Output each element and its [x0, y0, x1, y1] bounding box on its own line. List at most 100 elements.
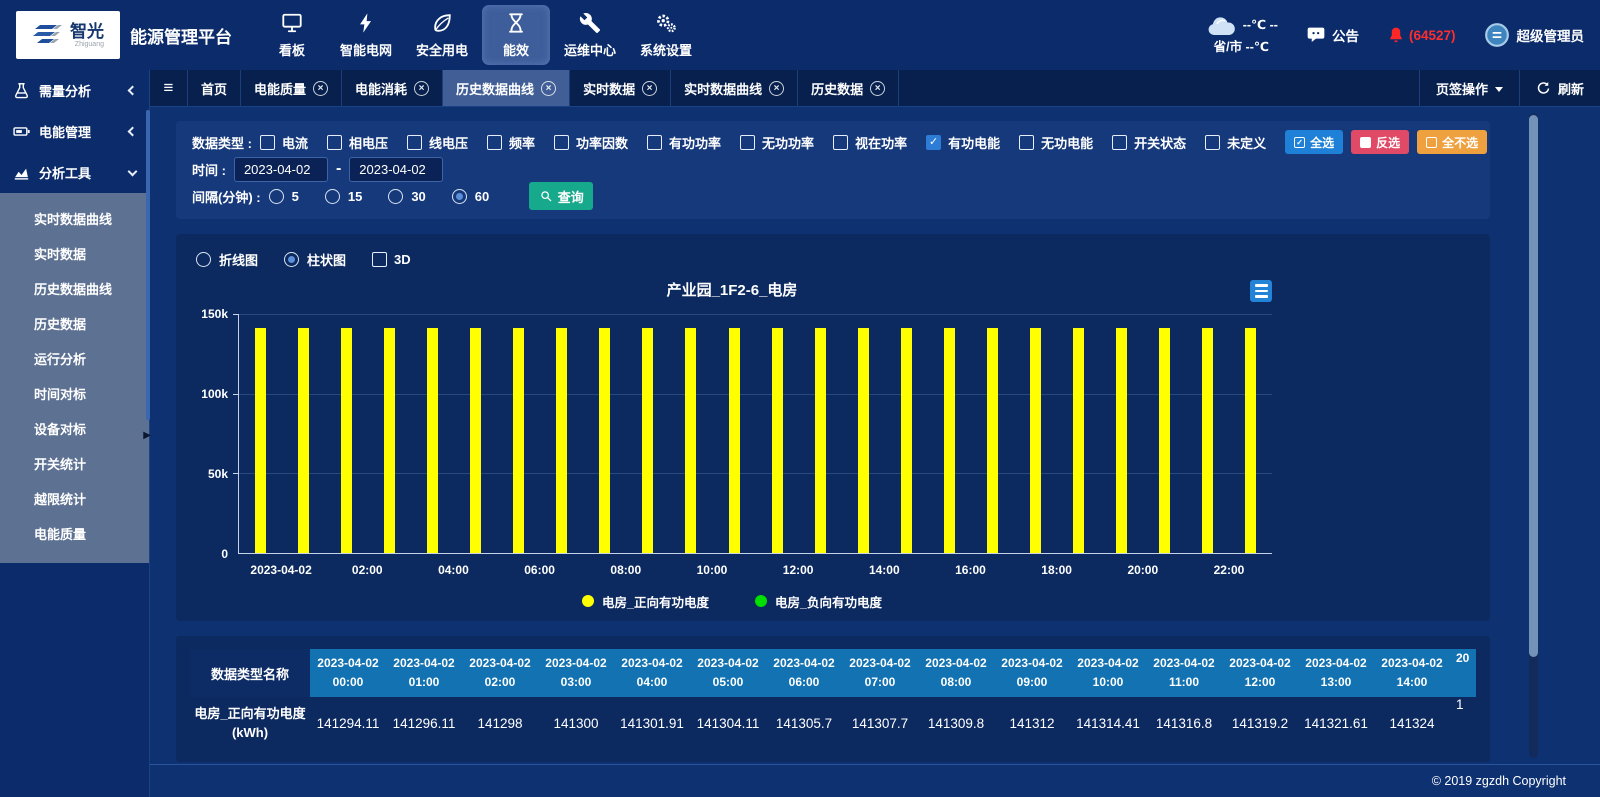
bar[interactable] — [1202, 328, 1213, 553]
sidebar-group-demand-analysis[interactable]: 需量分析 — [0, 70, 149, 111]
sidebar-item-power-quality[interactable]: 电能质量 — [0, 516, 149, 551]
data-type-checkbox-8[interactable]: 视在功率 — [833, 133, 907, 152]
radio-icon[interactable] — [269, 189, 284, 204]
select-none-button[interactable]: 全不选 — [1417, 130, 1487, 154]
sidebar-item-time-benchmark[interactable]: 时间对标 — [0, 376, 149, 411]
sidebar-group-energy-mgmt[interactable]: 电能管理 — [0, 111, 149, 152]
tab-history-curve[interactable]: 历史数据曲线× — [443, 70, 570, 106]
checkbox-checked-icon[interactable]: ✓ — [926, 135, 941, 150]
legend-item-1[interactable]: 电房_正向有功电度 — [582, 592, 709, 611]
nav-item-efficiency[interactable]: 能效 — [482, 5, 550, 65]
checkbox-icon[interactable] — [327, 135, 342, 150]
radio-icon[interactable] — [325, 189, 340, 204]
invert-selection-button[interactable]: 反选 — [1351, 130, 1409, 154]
data-type-checkbox-2[interactable]: 相电压 — [327, 133, 388, 152]
data-type-checkbox-12[interactable]: 未定义 — [1205, 133, 1266, 152]
sidebar-group-analysis-tools[interactable]: 分析工具 — [0, 152, 149, 193]
bar[interactable] — [384, 328, 395, 553]
checkbox-icon[interactable] — [372, 252, 387, 267]
bar[interactable] — [1245, 328, 1256, 553]
scrollbar-thumb[interactable] — [1529, 115, 1538, 657]
bar[interactable] — [685, 328, 696, 553]
data-type-checkbox-6[interactable]: 有功功率 — [647, 133, 721, 152]
sidebar-item-realtime-curve[interactable]: 实时数据曲线 — [0, 201, 149, 236]
bar[interactable] — [1116, 328, 1127, 553]
checkbox-icon[interactable] — [833, 135, 848, 150]
checkbox-icon[interactable] — [1112, 135, 1127, 150]
nav-item-ops-center[interactable]: 运维中心 — [554, 5, 626, 65]
data-type-checkbox-10[interactable]: 无功电能 — [1019, 133, 1093, 152]
radio-icon[interactable] — [452, 189, 467, 204]
checkbox-icon[interactable] — [487, 135, 502, 150]
close-icon[interactable]: × — [870, 81, 885, 96]
bar[interactable] — [987, 328, 998, 553]
data-type-checkbox-5[interactable]: 功率因数 — [554, 133, 628, 152]
date-to-input[interactable] — [349, 157, 443, 182]
tab-power-consume[interactable]: 电能消耗× — [342, 70, 443, 106]
sidebar-item-switch-stats[interactable]: 开关统计 — [0, 446, 149, 481]
bar[interactable] — [341, 328, 352, 553]
interval-radio-30[interactable]: 30 — [388, 189, 425, 204]
bar[interactable] — [1030, 328, 1041, 553]
bar[interactable] — [901, 328, 912, 553]
query-button[interactable]: 查询 — [529, 182, 593, 210]
date-from-input[interactable] — [234, 157, 328, 182]
interval-radio-15[interactable]: 15 — [325, 189, 362, 204]
radio-icon[interactable] — [388, 189, 403, 204]
sidebar-item-device-benchmark[interactable]: 设备对标 — [0, 411, 149, 446]
close-icon[interactable]: × — [642, 81, 657, 96]
refresh-button[interactable]: 刷新 — [1519, 70, 1600, 106]
tab-power-quality[interactable]: 电能质量× — [241, 70, 342, 106]
bar[interactable] — [513, 328, 524, 553]
sidebar-item-limit-stats[interactable]: 越限统计 — [0, 481, 149, 516]
chart-mode-2[interactable]: 柱状图 — [284, 250, 346, 269]
close-icon[interactable]: × — [541, 81, 556, 96]
bar[interactable] — [255, 328, 266, 553]
close-icon[interactable]: × — [769, 81, 784, 96]
notification-button[interactable]: (64527) — [1387, 25, 1456, 45]
bar[interactable] — [944, 328, 955, 553]
bar[interactable] — [1159, 328, 1170, 553]
bar[interactable] — [858, 328, 869, 553]
data-type-checkbox-3[interactable]: 线电压 — [407, 133, 468, 152]
interval-radio-5[interactable]: 5 — [269, 189, 299, 204]
bar[interactable] — [1073, 328, 1084, 553]
chart-toolbox-menu-icon[interactable] — [1250, 280, 1272, 302]
checkbox-icon[interactable] — [1205, 135, 1220, 150]
bar[interactable] — [470, 328, 481, 553]
sidebar-item-history-data[interactable]: 历史数据 — [0, 306, 149, 341]
bar[interactable] — [642, 328, 653, 553]
data-type-checkbox-11[interactable]: 开关状态 — [1112, 133, 1186, 152]
bar[interactable] — [298, 328, 309, 553]
tab-realtime-data[interactable]: 实时数据× — [570, 70, 671, 106]
sidebar-item-run-analysis[interactable]: 运行分析 — [0, 341, 149, 376]
tab-history-data[interactable]: 历史数据× — [798, 70, 899, 106]
hamburger-icon[interactable]: ≡ — [150, 70, 188, 106]
sidebar-item-realtime-data[interactable]: 实时数据 — [0, 236, 149, 271]
tab-realtime-curve[interactable]: 实时数据曲线× — [671, 70, 798, 106]
checkbox-icon[interactable] — [554, 135, 569, 150]
announcement-button[interactable]: 公告 — [1306, 25, 1359, 45]
sidebar-item-history-curve[interactable]: 历史数据曲线 — [0, 271, 149, 306]
nav-item-kanban[interactable]: 看板 — [258, 5, 326, 65]
nav-item-settings[interactable]: 系统设置 — [630, 5, 702, 65]
chart-mode-1[interactable]: 折线图 — [196, 250, 258, 269]
checkbox-icon[interactable] — [1019, 135, 1034, 150]
bar[interactable] — [427, 328, 438, 553]
nav-item-smart-grid[interactable]: 智能电网 — [330, 5, 402, 65]
interval-radio-60[interactable]: 60 — [452, 189, 489, 204]
close-icon[interactable]: × — [414, 81, 429, 96]
data-type-checkbox-9[interactable]: ✓有功电能 — [926, 133, 1000, 152]
bar[interactable] — [772, 328, 783, 553]
legend-item-2[interactable]: 电房_负向有功电度 — [755, 592, 882, 611]
close-icon[interactable]: × — [313, 81, 328, 96]
bar[interactable] — [815, 328, 826, 553]
checkbox-icon[interactable] — [260, 135, 275, 150]
bar[interactable] — [556, 328, 567, 553]
radio-icon[interactable] — [196, 252, 211, 267]
checkbox-icon[interactable] — [647, 135, 662, 150]
user-menu[interactable]: 超级管理员 — [1484, 22, 1585, 48]
bar[interactable] — [729, 328, 740, 553]
nav-item-safe-power[interactable]: 安全用电 — [406, 5, 478, 65]
bar[interactable] — [599, 328, 610, 553]
